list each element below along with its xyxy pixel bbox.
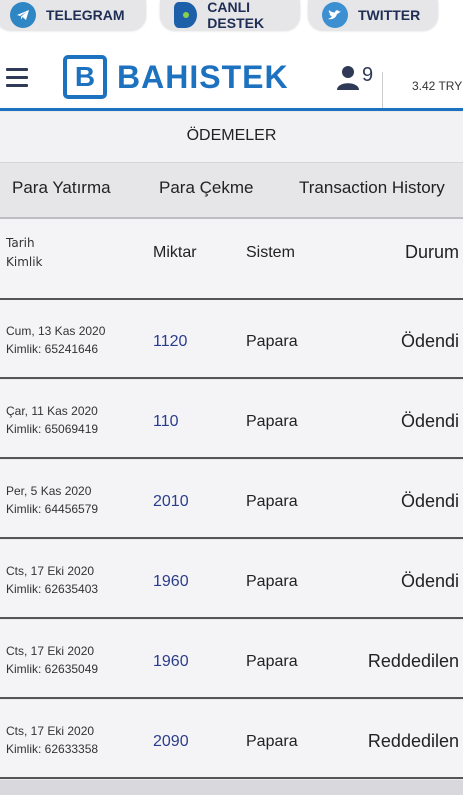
table-row: Cts, 17 Eki 2020 Kimlik: 62633358 2090 P… <box>0 700 463 779</box>
table-row: Cts, 17 Eki 2020 Kimlik: 62635049 1960 P… <box>0 620 463 699</box>
logo-mark: B <box>63 55 107 99</box>
bottom-strip <box>0 780 463 795</box>
social-bar: TELEGRAM CANLI DESTEK TWITTER <box>0 0 463 34</box>
row-status: Ödendi <box>400 411 459 431</box>
balance-value: 3.42 TRY <box>412 79 463 93</box>
row-status: Ödendi <box>400 571 459 591</box>
telegram-icon <box>10 2 36 28</box>
live-support-icon <box>174 2 198 28</box>
logo-text: BAHISTEK <box>117 58 289 95</box>
row-date: Cts, 17 Eki 2020 <box>6 724 95 738</box>
user-count: 9 <box>362 64 374 86</box>
row-amount: 2090 <box>153 733 189 750</box>
twitter-button[interactable]: TWITTER <box>308 0 438 30</box>
row-status: Ödendi <box>400 491 459 511</box>
row-status: Reddedilen <box>367 651 459 671</box>
row-id: Kimlik: 64456579 <box>6 502 99 516</box>
row-date: Cts, 17 Eki 2020 <box>6 564 95 578</box>
row-system: Papara <box>246 573 298 590</box>
row-id: Kimlik: 62633358 <box>6 742 99 756</box>
row-system: Papara <box>246 733 298 750</box>
tab-transaction-history[interactable]: Transaction History <box>299 178 445 198</box>
row-system: Papara <box>246 413 298 430</box>
twitter-label: TWITTER <box>358 7 421 23</box>
table-header: Tarih Kimlik Miktar Sistem Durum <box>0 219 463 300</box>
table-row: Cts, 17 Eki 2020 Kimlik: 62635403 1960 P… <box>0 540 463 619</box>
site-logo[interactable]: B BAHISTEK <box>63 52 289 102</box>
table-row: Per, 5 Kas 2020 Kimlik: 64456579 2010 Pa… <box>0 460 463 539</box>
row-status: Reddedilen <box>367 731 459 751</box>
table-row: Cum, 13 Kas 2020 Kimlik: 65241646 1120 P… <box>0 300 463 379</box>
row-id: Kimlik: 65241646 <box>6 342 99 356</box>
row-system: Papara <box>246 333 298 350</box>
telegram-button[interactable]: TELEGRAM <box>0 0 146 30</box>
page-title: ÖDEMELER <box>186 127 277 144</box>
header-id: Kimlik <box>6 255 43 269</box>
row-system: Papara <box>246 493 298 510</box>
tab-deposit[interactable]: Para Yatırma <box>12 178 111 198</box>
row-amount: 110 <box>153 413 179 430</box>
twitter-icon <box>322 2 348 28</box>
menu-icon[interactable] <box>6 68 28 87</box>
row-id: Kimlik: 62635403 <box>6 582 99 596</box>
row-amount: 1120 <box>153 333 188 350</box>
row-status: Ödendi <box>400 331 459 351</box>
header-date: Tarih <box>6 236 35 250</box>
row-amount: 1960 <box>153 653 189 670</box>
header-amount: Miktar <box>153 244 197 261</box>
row-system: Papara <box>246 653 298 670</box>
user-icon[interactable] <box>336 64 364 92</box>
row-date: Çar, 11 Kas 2020 <box>6 404 98 418</box>
header-status: Durum <box>404 242 459 262</box>
row-date: Cts, 17 Eki 2020 <box>6 644 95 658</box>
row-id: Kimlik: 65069419 <box>6 422 99 436</box>
row-date: Per, 5 Kas 2020 <box>6 484 92 498</box>
header-divider <box>0 108 463 111</box>
row-amount: 1960 <box>153 573 189 590</box>
tab-withdraw[interactable]: Para Çekme <box>159 178 253 198</box>
header-system: Sistem <box>246 244 295 261</box>
row-id: Kimlik: 62635049 <box>6 662 99 676</box>
live-support-label: CANLI DESTEK <box>207 0 265 31</box>
telegram-label: TELEGRAM <box>46 7 125 23</box>
row-amount: 2010 <box>153 493 189 510</box>
row-date: Cum, 13 Kas 2020 <box>6 324 106 338</box>
table-row: Çar, 11 Kas 2020 Kimlik: 65069419 110 Pa… <box>0 380 463 459</box>
live-support-button[interactable]: CANLI DESTEK <box>160 0 300 31</box>
